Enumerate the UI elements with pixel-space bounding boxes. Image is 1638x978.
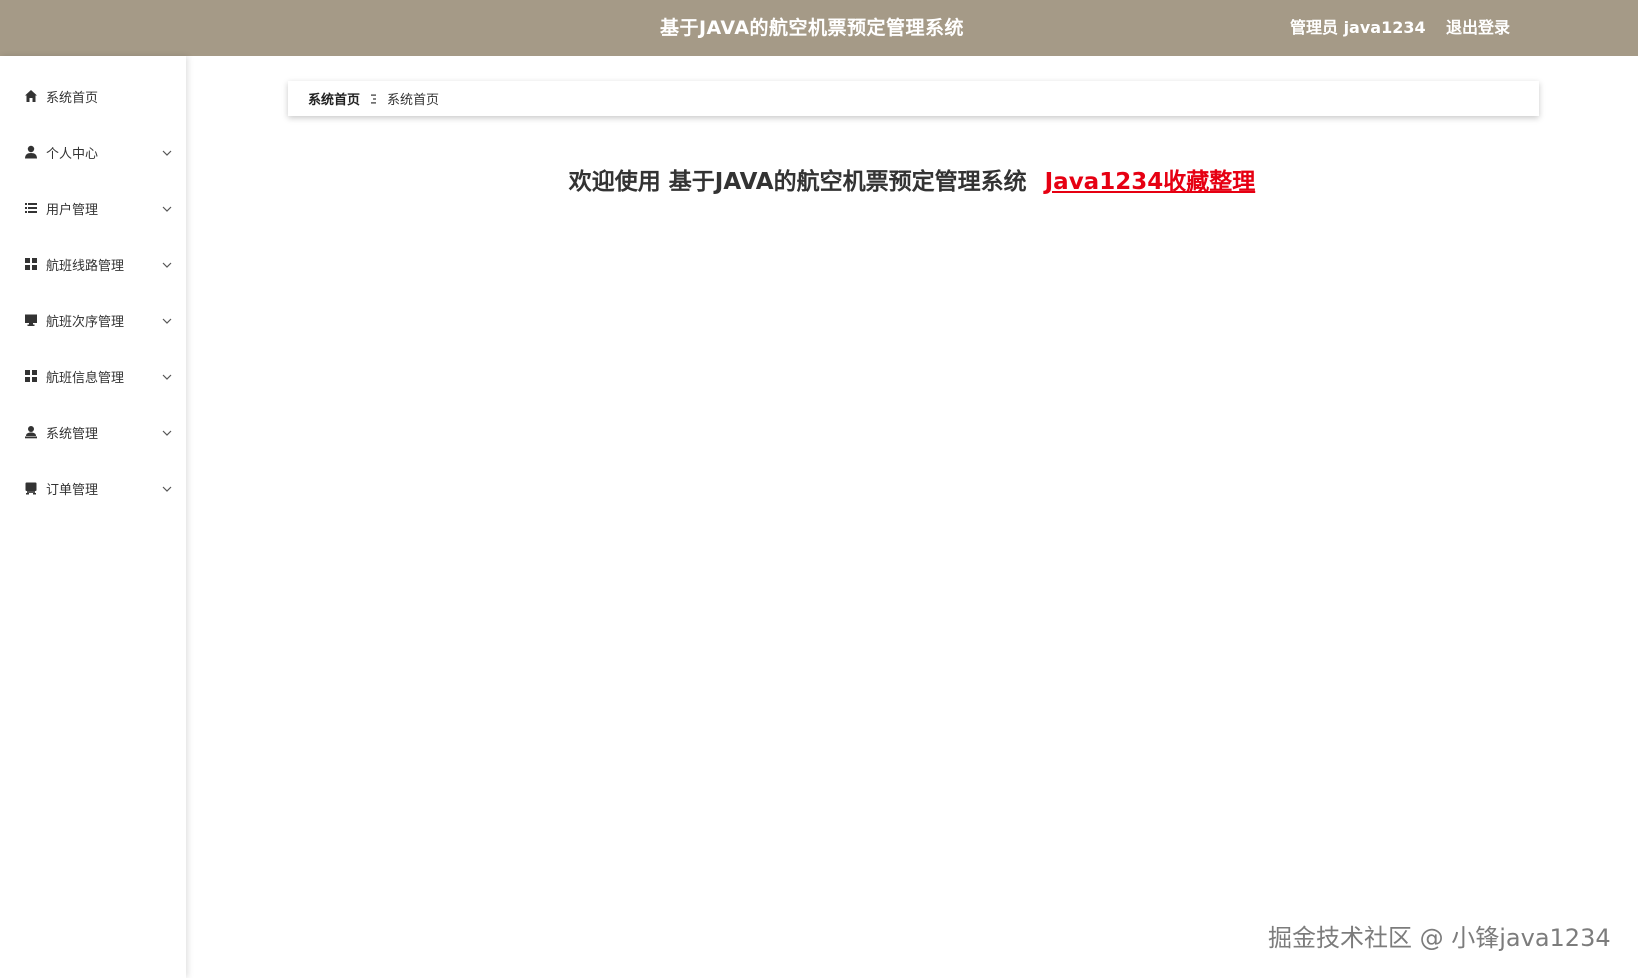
sidebar-item-label: 订单管理 — [46, 482, 99, 498]
current-user-label: 管理员 java1234 — [1290, 18, 1426, 37]
top-header: 基于JAVA的航空机票预定管理系统 管理员 java1234 退出登录 — [0, 0, 1638, 56]
sidebar-item-label: 航班次序管理 — [46, 314, 125, 330]
welcome-heading: 欢迎使用 基于JAVA的航空机票预定管理系统 Java1234收藏整理 — [186, 162, 1638, 196]
order-icon — [24, 481, 38, 495]
sidebar-item-flight-route-management[interactable]: 航班线路管理 — [0, 244, 186, 284]
sidebar-item-label: 个人中心 — [46, 146, 99, 162]
sidebar: 系统首页 个人中心 用户管理 航班线路管理 航班次序管理 航班信息管理 系统管理… — [0, 56, 186, 978]
sidebar-item-label: 航班信息管理 — [46, 370, 125, 386]
breadcrumb-home-link[interactable]: 系统首页 — [308, 89, 360, 108]
chevron-down-icon — [160, 425, 174, 439]
chevron-down-icon — [160, 369, 174, 383]
chevron-down-icon — [160, 145, 174, 159]
sidebar-item-label: 用户管理 — [46, 202, 99, 218]
chevron-down-icon — [160, 313, 174, 327]
sidebar-item-label: 航班线路管理 — [46, 258, 125, 274]
chevron-down-icon — [160, 257, 174, 271]
breadcrumb-current: 系统首页 — [387, 93, 440, 108]
list-icon — [24, 201, 38, 215]
sidebar-item-system-management[interactable]: 系统管理 — [0, 412, 186, 452]
chevron-down-icon — [160, 201, 174, 215]
monitor-icon — [24, 313, 38, 327]
welcome-link[interactable]: Java1234收藏整理 — [1045, 169, 1256, 195]
sidebar-item-home[interactable]: 系统首页 — [0, 76, 186, 116]
sidebar-item-personal-center[interactable]: 个人中心 — [0, 132, 186, 172]
logout-button[interactable]: 退出登录 — [1446, 0, 1510, 56]
sidebar-item-label: 系统首页 — [46, 90, 99, 106]
admin-user-icon — [24, 425, 38, 439]
sidebar-item-order-management[interactable]: 订单管理 — [0, 468, 186, 508]
welcome-text: 欢迎使用 基于JAVA的航空机票预定管理系统 — [568, 169, 1027, 195]
watermark: 掘金技术社区 @ 小锋java1234 — [1268, 924, 1611, 952]
sidebar-item-flight-sequence-management[interactable]: 航班次序管理 — [0, 300, 186, 340]
home-icon — [24, 89, 38, 103]
sidebar-item-flight-info-management[interactable]: 航班信息管理 — [0, 356, 186, 396]
sidebar-item-user-management[interactable]: 用户管理 — [0, 188, 186, 228]
chevron-down-icon — [160, 481, 174, 495]
user-icon — [24, 145, 38, 159]
sidebar-item-label: 系统管理 — [46, 426, 99, 442]
breadcrumb-separator-icon — [370, 93, 378, 105]
breadcrumb: 系统首页 系统首页 — [288, 81, 1539, 116]
grid-icon — [24, 369, 38, 383]
grid-icon — [24, 257, 38, 271]
